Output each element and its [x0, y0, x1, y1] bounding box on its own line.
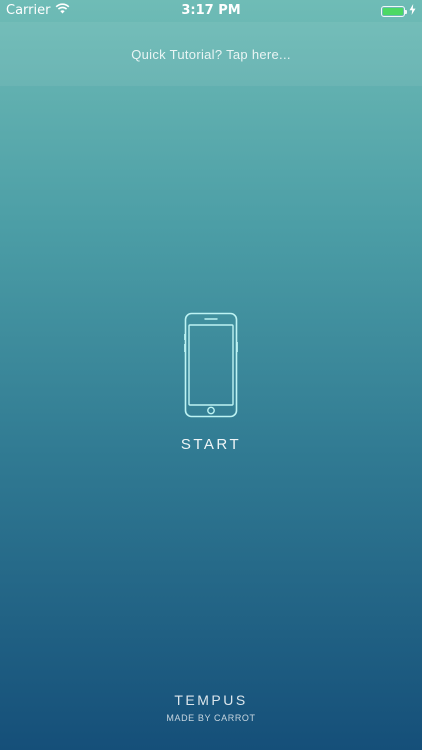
- credit-label: MADE BY CARROT: [166, 713, 256, 723]
- tutorial-banner[interactable]: Quick Tutorial? Tap here...: [0, 22, 422, 86]
- status-bar: Carrier 3:17 PM: [0, 0, 422, 22]
- charging-bolt-icon: [409, 4, 416, 19]
- clock: 3:17 PM: [181, 3, 241, 18]
- start-label[interactable]: START: [181, 436, 241, 453]
- app-screen: Carrier 3:17 PM Quick Tutorial? Tap here…: [0, 0, 422, 750]
- battery-icon: [381, 6, 407, 17]
- footer: TEMPUS MADE BY CARROT: [0, 692, 422, 723]
- battery-tip: [405, 10, 407, 14]
- app-name: TEMPUS: [174, 692, 248, 708]
- tutorial-link[interactable]: Quick Tutorial? Tap here...: [131, 47, 291, 62]
- status-right: [381, 4, 416, 19]
- phone-outline-icon[interactable]: [184, 312, 238, 418]
- battery-level-fill: [383, 8, 403, 15]
- start-button[interactable]: START: [0, 312, 422, 453]
